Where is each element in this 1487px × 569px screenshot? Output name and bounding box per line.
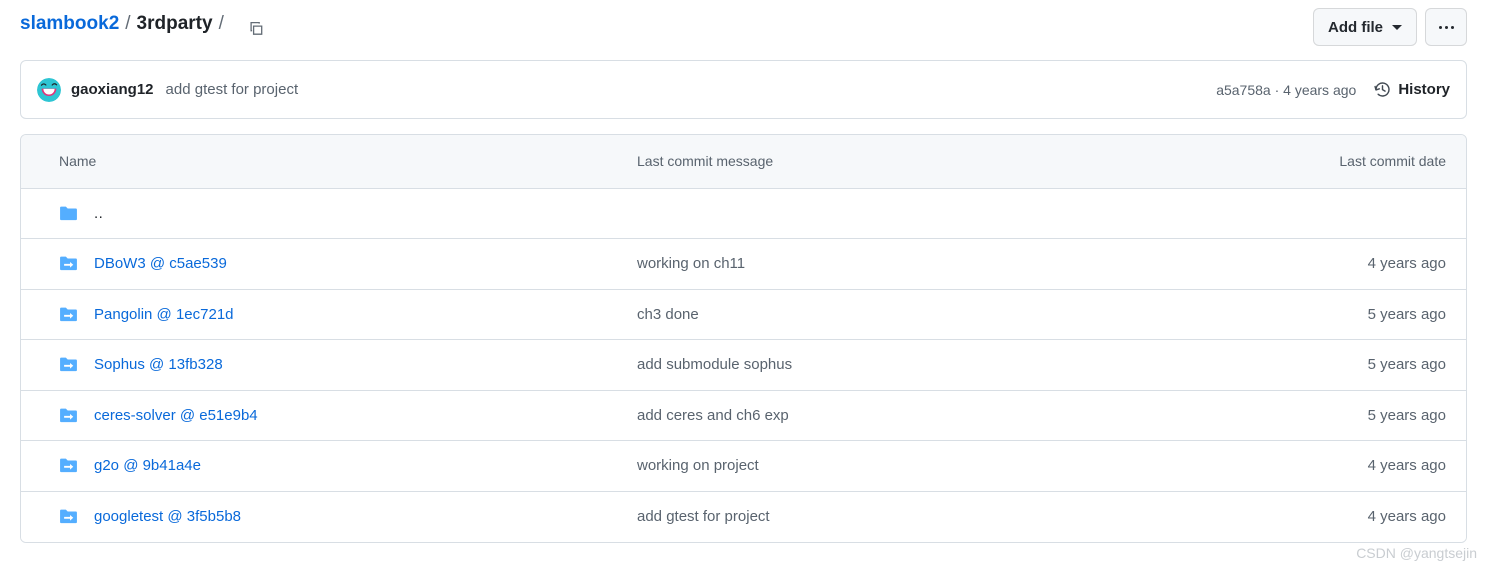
- file-name-wrapper: googletest @ 3f5b5b8: [59, 507, 605, 526]
- file-entry-link[interactable]: ceres-solver @ e51e9b4: [94, 407, 258, 424]
- file-name-cell: Sophus @ 13fb328: [21, 339, 621, 390]
- commit-date-text: 4 years ago: [1367, 508, 1446, 525]
- commit-hash-and-date[interactable]: a5a758a · 4 years ago: [1216, 82, 1356, 98]
- table-row[interactable]: googletest @ 3f5b5b8 add gtest for projec…: [21, 490, 1466, 542]
- commit-meta-group: a5a758a · 4 years ago History: [1216, 81, 1450, 98]
- file-entry-link[interactable]: googletest @ 3f5b5b8: [94, 508, 241, 525]
- commit-date-cell: 4 years ago: [1276, 238, 1466, 289]
- header-actions: Add file: [1313, 8, 1467, 46]
- file-name-wrapper: g2o @ 9b41a4e: [59, 456, 605, 475]
- breadcrumb: slambook2 / 3rdparty /: [20, 13, 270, 41]
- file-entry-link[interactable]: Pangolin @ 1ec721d: [94, 306, 234, 323]
- latest-commit-bar: gaoxiang12 add gtest for project a5a758a…: [21, 61, 1466, 118]
- kebab-icon: [1438, 25, 1454, 29]
- folder-icon: [60, 206, 77, 220]
- commit-message-text[interactable]: add gtest for project: [637, 508, 770, 525]
- avatar[interactable]: [37, 77, 61, 102]
- commit-date-cell: 5 years ago: [1276, 389, 1466, 441]
- commit-date-cell: 4 years ago: [1276, 440, 1466, 491]
- file-table-head: Name Last commit message Last commit dat…: [21, 135, 1466, 189]
- commit-date-cell: 4 years ago: [1276, 490, 1466, 542]
- commit-date-cell: [1276, 188, 1466, 239]
- breadcrumb-separator-2: /: [218, 13, 224, 34]
- submodule-icon: [60, 357, 77, 372]
- file-name-cell: g2o @ 9b41a4e: [21, 440, 621, 491]
- history-clock-icon: [1374, 82, 1390, 97]
- submodule-icon: [60, 256, 77, 271]
- commit-date-cell: 5 years ago: [1276, 288, 1466, 340]
- copy-path-button[interactable]: [242, 14, 270, 42]
- breadcrumb-current-folder[interactable]: 3rdparty: [137, 13, 213, 35]
- copy-icon: [250, 21, 263, 35]
- commit-message-cell: [621, 188, 1276, 239]
- commit-message-text[interactable]: working on ch11: [637, 255, 745, 272]
- commit-message-text[interactable]: ch3 done: [637, 306, 699, 323]
- commit-message-cell: working on project: [621, 440, 1276, 491]
- file-entry-link[interactable]: Sophus @ 13fb328: [94, 356, 223, 373]
- table-row[interactable]: ..: [21, 188, 1466, 239]
- submodule-icon: [60, 408, 77, 422]
- more-options-button[interactable]: [1425, 8, 1467, 46]
- history-label: History: [1398, 81, 1450, 98]
- chevron-down-icon: [1392, 24, 1402, 30]
- column-header-message: Last commit message: [621, 135, 1276, 189]
- commit-message-link[interactable]: add gtest for project: [166, 81, 299, 98]
- add-file-button[interactable]: Add file: [1313, 8, 1417, 46]
- file-name-wrapper: ceres-solver @ e51e9b4: [59, 406, 605, 425]
- commit-message-cell: working on ch11: [621, 238, 1276, 289]
- column-header-name: Name: [21, 135, 621, 189]
- submodule-icon: [60, 307, 77, 321]
- file-table-body: .. DBoW3 @ c5ae539 working on ch11 4 years …: [21, 188, 1466, 542]
- commit-message-text[interactable]: add ceres and ch6 exp: [637, 407, 789, 424]
- file-entry-link[interactable]: ..: [94, 205, 103, 222]
- table-row[interactable]: Pangolin @ 1ec721d ch3 done 5 years ago: [21, 288, 1466, 340]
- commit-date-text: 4 years ago: [1367, 457, 1446, 475]
- commit-date-text: 5 years ago: [1367, 356, 1446, 374]
- file-name-cell: googletest @ 3f5b5b8: [21, 490, 621, 542]
- commit-message-cell: add gtest for project: [621, 490, 1276, 542]
- commit-date-text: 5 years ago: [1367, 406, 1446, 424]
- file-name-cell: ..: [21, 188, 621, 239]
- breadcrumb-repo-link[interactable]: slambook2: [20, 13, 119, 35]
- user-avatar-icon: [37, 77, 61, 102]
- file-name-cell: ceres-solver @ e51e9b4: [21, 389, 621, 441]
- file-table: Name Last commit message Last commit dat…: [21, 135, 1466, 542]
- table-row[interactable]: Sophus @ 13fb328 add submodule sophus 5 ye…: [21, 339, 1466, 390]
- commit-message-cell: ch3 done: [621, 288, 1276, 340]
- commit-message-text[interactable]: working on project: [637, 457, 759, 474]
- file-name-wrapper: Sophus @ 13fb328: [59, 355, 605, 374]
- commit-message-cell: add submodule sophus: [621, 339, 1276, 390]
- commit-message-text[interactable]: add submodule sophus: [637, 356, 792, 373]
- file-name-cell: Pangolin @ 1ec721d: [21, 288, 621, 340]
- file-list-panel: Name Last commit message Last commit dat…: [20, 134, 1467, 543]
- commit-date-cell: 5 years ago: [1276, 339, 1466, 390]
- submodule-icon: [60, 509, 77, 524]
- table-row[interactable]: DBoW3 @ c5ae539 working on ch11 4 years ag…: [21, 238, 1466, 289]
- file-name-wrapper: DBoW3 @ c5ae539: [59, 254, 605, 273]
- file-entry-link[interactable]: DBoW3 @ c5ae539: [94, 255, 227, 272]
- commit-date-text: 4 years ago: [1367, 255, 1446, 273]
- history-button[interactable]: History: [1374, 81, 1450, 98]
- latest-commit-panel: gaoxiang12 add gtest for project a5a758a…: [20, 60, 1467, 119]
- table-row[interactable]: g2o @ 9b41a4e working on project 4 years a…: [21, 440, 1466, 491]
- column-header-date: Last commit date: [1276, 135, 1466, 189]
- file-table-header-row: Name Last commit message Last commit dat…: [21, 135, 1466, 189]
- submodule-icon: [60, 458, 77, 473]
- file-entry-link[interactable]: g2o @ 9b41a4e: [94, 457, 201, 474]
- file-name-wrapper: Pangolin @ 1ec721d: [59, 305, 605, 324]
- commit-author-link[interactable]: gaoxiang12: [71, 81, 154, 98]
- watermark: CSDN @yangtsejin: [1356, 545, 1477, 561]
- file-name-cell: DBoW3 @ c5ae539: [21, 238, 621, 289]
- commit-message-cell: add ceres and ch6 exp: [621, 389, 1276, 441]
- commit-date-text: 5 years ago: [1367, 305, 1446, 323]
- add-file-label: Add file: [1328, 18, 1383, 36]
- breadcrumb-separator-1: /: [125, 13, 131, 34]
- file-name-wrapper: ..: [59, 204, 605, 223]
- table-row[interactable]: ceres-solver @ e51e9b4 add ceres and ch6 …: [21, 389, 1466, 441]
- page-header: slambook2 / 3rdparty / Add file: [0, 0, 1487, 54]
